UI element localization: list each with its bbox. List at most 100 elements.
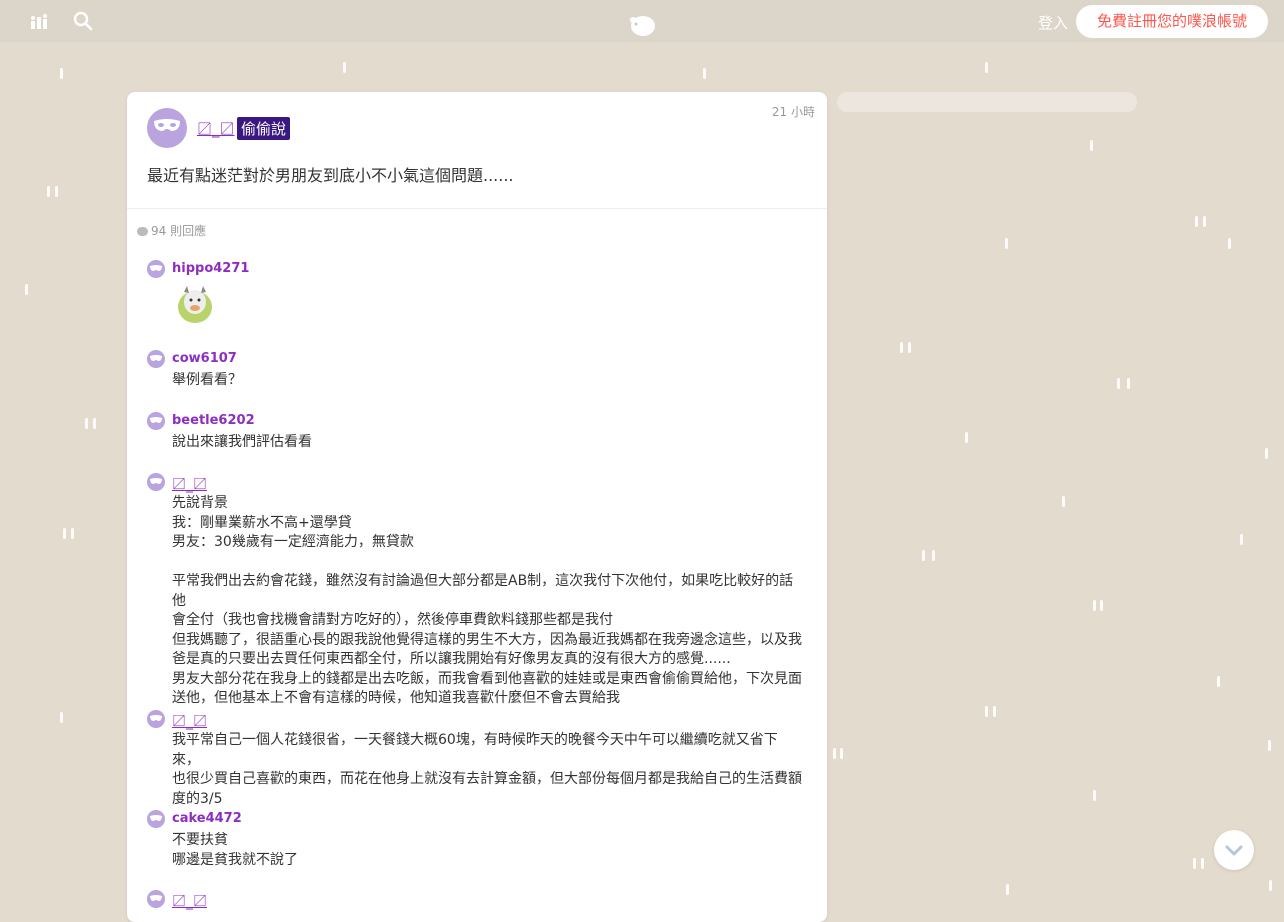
anonymous-tag[interactable]: 偷偷說 <box>237 117 291 140</box>
response-content: 舉例看看？ <box>172 371 802 391</box>
rain-dash <box>1062 496 1065 507</box>
response-line: 送他，但他基本上不會有這樣的時候，他知道我喜歡什麼但不會去買給我 <box>172 690 620 706</box>
post-content: 最近有點迷茫對於男朋友到底小不小氣這個問題...... <box>147 166 514 185</box>
chevron-down-icon <box>1225 845 1243 856</box>
response-author[interactable]: cow6107 <box>172 351 237 366</box>
rain-dash <box>93 418 96 429</box>
response-count-label: 94 則回應 <box>151 224 207 238</box>
rain-dash <box>908 342 911 353</box>
response-line: 先說背景 <box>172 495 228 511</box>
rain-dash <box>703 68 706 79</box>
rain-dash <box>985 62 988 73</box>
rain-dash <box>985 706 988 717</box>
rain-dash <box>1093 600 1096 611</box>
rain-dash <box>1090 140 1093 151</box>
rain-dash <box>900 342 903 353</box>
rain-dash <box>1217 676 1220 687</box>
response-line: 男友大部分花在我身上的錢都是出去吃飯，而我會看到他喜歡的娃娃或是東西會偷偷買給他… <box>172 670 802 687</box>
mask-icon <box>150 355 162 361</box>
mask-icon <box>150 895 162 901</box>
top-navigation-bar: 登入 免費註冊您的噗浪帳號 <box>0 0 1284 42</box>
avatar[interactable] <box>147 810 165 828</box>
rain-dash <box>1006 884 1009 895</box>
login-link[interactable]: 登入 <box>1038 12 1068 33</box>
rain-dash <box>1201 858 1204 869</box>
response-line: 男友：30幾歲有一定經濟能力，無貸款 <box>172 534 414 550</box>
avatar[interactable] <box>147 350 165 368</box>
signup-button[interactable]: 免費註冊您的噗浪帳號 <box>1076 5 1268 38</box>
avatar[interactable] <box>147 412 165 430</box>
response-author[interactable]: cake4472 <box>172 811 242 826</box>
post-header: 〼_〼 偷偷說 21 小時 最近有點迷茫對於男朋友到底小不小氣這個問題.....… <box>127 92 827 209</box>
rain-dash <box>343 62 346 73</box>
mask-icon <box>150 265 162 271</box>
response-line: 也很少買自己喜歡的東西，而花在他身上就沒有去計算金額，但大部份每個月都是我給自己… <box>172 771 802 787</box>
response-content: 我平常自己一個人花錢很省，一天餐錢大概60塊，有時候昨天的晚餐今天中午可以繼續吃… <box>172 731 802 809</box>
response-line: 但我媽聽了，很語重心長的跟我說他覺得這樣的男生不大方，因為最近我媽都在我旁邊念這… <box>172 631 802 648</box>
response-author[interactable]: 〼_〼 <box>172 891 207 911</box>
response-author[interactable]: hippo4271 <box>172 261 249 276</box>
mask-icon <box>150 417 162 423</box>
rain-dash <box>1093 790 1096 801</box>
rain-dash <box>1193 858 1196 869</box>
stats-icon[interactable] <box>30 11 52 33</box>
rain-dash <box>55 186 58 197</box>
response-line: 哪邊是貧我就不說了 <box>172 851 298 868</box>
post-author[interactable]: 〼_〼 <box>197 118 235 139</box>
mask-icon <box>150 478 162 484</box>
avatar[interactable] <box>147 260 165 278</box>
plurk-logo-icon[interactable] <box>627 12 657 38</box>
sidebar-placeholder <box>837 92 1137 112</box>
rain-dash <box>1100 600 1103 611</box>
response-content: 先說背景 我：剛畢業薪水不高+還學貸 男友：30幾歲有一定經濟能力，無貸款 平常… <box>172 494 802 709</box>
response-line <box>172 553 802 573</box>
response-author[interactable]: beetle6202 <box>172 413 255 428</box>
rain-dash <box>1195 216 1198 227</box>
rain-dash <box>1269 880 1272 891</box>
response-content: 不要扶貧 哪邊是貧我就不說了 <box>172 831 802 870</box>
comment-icon <box>137 227 148 236</box>
rain-dash <box>25 284 28 295</box>
response-line: 說出來讓我們評估看看 <box>172 434 312 450</box>
rain-dash <box>1268 740 1271 751</box>
rain-dash <box>1117 378 1120 389</box>
response-line: 我：剛畢業薪水不高+還學貸 <box>172 514 352 531</box>
response-line: 度的3/5 <box>172 790 223 807</box>
rain-dash <box>60 712 63 723</box>
search-icon[interactable] <box>73 11 95 33</box>
response-line: 不要扶貧 <box>172 832 228 848</box>
response-count: 94 則回應 <box>137 222 206 239</box>
post-time[interactable]: 21 小時 <box>772 103 815 120</box>
mask-icon <box>150 715 162 721</box>
avatar[interactable] <box>147 473 165 491</box>
plurk-card: 〼_〼 偷偷說 21 小時 最近有點迷茫對於男朋友到底小不小氣這個問題.....… <box>127 92 827 922</box>
response-line: 會全付（我也會找機會請對方吃好的），然後停車費飲料錢那些都是我付 <box>172 612 613 628</box>
response-author[interactable]: 〼_〼 <box>172 711 207 731</box>
rain-dash <box>965 432 968 443</box>
rain-dash <box>71 528 74 539</box>
avatar[interactable] <box>147 710 165 728</box>
avatar[interactable] <box>147 108 187 148</box>
rain-dash <box>993 706 996 717</box>
rain-dash <box>85 418 88 429</box>
rain-dash <box>922 550 925 561</box>
rain-dash <box>47 186 50 197</box>
rain-dash <box>1228 238 1231 249</box>
rain-dash <box>63 528 66 539</box>
mask-icon <box>154 119 180 131</box>
avatar[interactable] <box>147 890 165 908</box>
response-author[interactable]: 〼_〼 <box>172 474 207 494</box>
response-line: 爸是真的只要出去買任何東西都全付，所以讓我開始有好像男友真的沒有很大方的感覺..… <box>172 651 731 667</box>
rain-dash <box>1127 378 1130 389</box>
rain-dash <box>60 68 63 79</box>
scroll-down-button[interactable] <box>1214 830 1254 870</box>
mask-icon <box>150 815 162 821</box>
response-line: 我平常自己一個人花錢很省，一天餐錢大概60塊，有時候昨天的晚餐今天中午可以繼續吃… <box>172 732 778 768</box>
rain-dash <box>932 550 935 561</box>
rain-dash <box>840 748 843 759</box>
cow-sticker <box>174 282 216 326</box>
rain-dash <box>1240 534 1243 545</box>
rain-dash <box>833 748 836 759</box>
rain-dash <box>1265 448 1268 459</box>
response-content: 說出來讓我們評估看看 <box>172 433 802 453</box>
